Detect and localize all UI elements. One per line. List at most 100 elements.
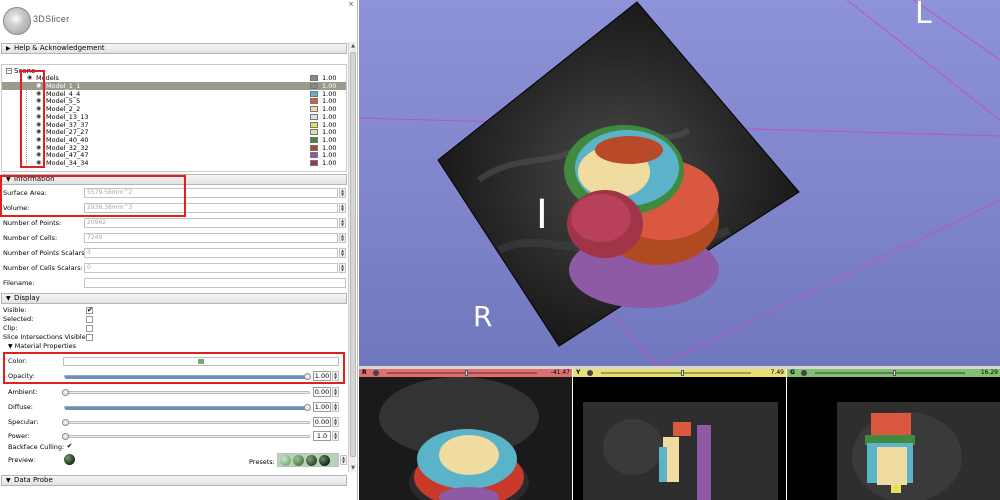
power-slider-track[interactable] bbox=[64, 435, 310, 438]
eye-icon[interactable]: ◉ bbox=[27, 74, 32, 82]
pin-icon[interactable] bbox=[801, 370, 807, 376]
slice-view-red[interactable]: R -41.47 bbox=[359, 369, 572, 500]
tree-row-models[interactable]: ◉ Models 1.00 bbox=[2, 74, 346, 82]
power-value-field[interactable]: 1.0 bbox=[313, 431, 331, 441]
num-points-scalars-spinner[interactable]: ▲ ▼ bbox=[339, 248, 346, 258]
collapse-arrow-icon: ▼ bbox=[6, 176, 11, 183]
model-name: Model_34_34 bbox=[46, 159, 89, 167]
opacity-value: 1.00 bbox=[322, 159, 337, 167]
num-cells-scalars-field[interactable]: 0 bbox=[84, 263, 338, 273]
slice-controller-red[interactable]: R -41.47 bbox=[359, 369, 572, 377]
collapse-arrow-icon: ▼ bbox=[6, 295, 11, 302]
color-picker-button[interactable] bbox=[63, 357, 339, 366]
backface-culling-checkbox[interactable]: ✔ bbox=[66, 443, 73, 451]
slice-controller-green[interactable]: G 16.29 bbox=[787, 369, 1000, 377]
slicer-logo-icon bbox=[3, 7, 31, 35]
color-swatch bbox=[310, 106, 318, 113]
selected-checkbox[interactable] bbox=[86, 316, 93, 323]
slice-offset-track[interactable] bbox=[387, 372, 537, 374]
eye-icon[interactable]: ◉ bbox=[36, 159, 41, 167]
slice-intersections-checkbox[interactable] bbox=[86, 334, 93, 341]
preset-sphere[interactable] bbox=[293, 455, 304, 466]
help-section-label: Help & Acknowledgement bbox=[14, 44, 105, 52]
num-cells-spinner[interactable]: ▲ ▼ bbox=[339, 233, 346, 243]
slice-offset-handle[interactable] bbox=[681, 370, 684, 376]
surface-area-label: Surface Area: bbox=[3, 189, 47, 197]
information-section-header[interactable]: ▼ Information bbox=[1, 174, 347, 185]
opacity-spinner[interactable]: ▲ ▼ bbox=[332, 371, 339, 381]
presets-label: Presets: bbox=[249, 458, 275, 466]
orientation-label-right: R bbox=[473, 300, 493, 333]
volume-field[interactable]: 2938.38mm^3 bbox=[84, 203, 338, 213]
presets-picker[interactable] bbox=[277, 453, 339, 467]
num-points-spinner[interactable]: ▲ ▼ bbox=[339, 218, 346, 228]
color-label: Color: bbox=[8, 357, 28, 365]
help-section-header[interactable]: ▶ Help & Acknowledgement bbox=[1, 43, 347, 54]
num-points-scalars-field[interactable]: 3 bbox=[84, 248, 338, 258]
material-properties-header[interactable]: ▼ Material Properties bbox=[8, 341, 76, 352]
pin-icon[interactable] bbox=[373, 370, 379, 376]
ambient-slider-handle[interactable] bbox=[62, 389, 69, 396]
close-icon[interactable]: × bbox=[348, 0, 354, 8]
num-cells-scalars-spinner[interactable]: ▲ ▼ bbox=[339, 263, 346, 273]
model-red-ridge bbox=[595, 136, 663, 164]
slice-view-green[interactable]: G 16.29 bbox=[787, 369, 1000, 500]
preset-sphere[interactable] bbox=[319, 455, 330, 466]
scene-tree[interactable]: − Scene ◉ Models 1.00 ◉ Model_1_1 1.00 ◉ Mode… bbox=[1, 64, 347, 172]
preset-sphere[interactable] bbox=[306, 455, 317, 466]
slice-offset-handle[interactable] bbox=[465, 370, 468, 376]
preset-sphere[interactable] bbox=[280, 455, 291, 466]
slice-offset-track[interactable] bbox=[601, 372, 751, 374]
specular-spinner[interactable]: ▲ ▼ bbox=[332, 417, 339, 427]
slice-view-yellow[interactable]: Y 7.49 bbox=[573, 369, 786, 500]
opacity-value-field[interactable]: 1.00 bbox=[313, 371, 331, 381]
pin-icon[interactable] bbox=[587, 370, 593, 376]
scroll-up-icon[interactable]: ▲ bbox=[349, 42, 357, 50]
num-points-scalars-label: Number of Points Scalars: bbox=[3, 249, 87, 257]
ambient-label: Ambient: bbox=[8, 388, 38, 396]
filename-label: Filename: bbox=[3, 279, 35, 287]
color-swatch bbox=[310, 90, 318, 97]
data-probe-section-header[interactable]: ▼ Data Probe bbox=[1, 475, 347, 486]
diffuse-label: Diffuse: bbox=[8, 403, 33, 411]
slice-offset-track[interactable] bbox=[815, 372, 965, 374]
ambient-value-field[interactable]: 0.00 bbox=[313, 387, 331, 397]
clip-checkbox[interactable] bbox=[86, 325, 93, 332]
num-cells-field[interactable]: 7249 bbox=[84, 233, 338, 243]
tree-row-model[interactable]: ◉ Model_34_34 1.00 bbox=[2, 159, 346, 167]
volume-spinner[interactable]: ▲ ▼ bbox=[339, 203, 346, 213]
specular-value-field[interactable]: 0.00 bbox=[313, 417, 331, 427]
slice-controller-yellow[interactable]: Y 7.49 bbox=[573, 369, 786, 377]
diffuse-value-field[interactable]: 1.00 bbox=[313, 402, 331, 412]
num-points-field[interactable]: 20962 bbox=[84, 218, 338, 228]
opacity-slider-handle[interactable] bbox=[304, 373, 311, 380]
ambient-slider-track[interactable] bbox=[64, 391, 310, 394]
3d-view[interactable]: L I R bbox=[359, 0, 1000, 366]
color-swatch bbox=[310, 113, 318, 120]
color-swatch bbox=[310, 136, 318, 143]
specular-slider-track[interactable] bbox=[64, 421, 310, 424]
color-swatch bbox=[310, 129, 318, 136]
scroll-down-icon[interactable]: ▼ bbox=[349, 464, 357, 472]
scrollbar-thumb[interactable] bbox=[350, 52, 356, 457]
power-slider-handle[interactable] bbox=[62, 433, 69, 440]
specular-slider-handle[interactable] bbox=[62, 419, 69, 426]
power-label: Power: bbox=[8, 432, 30, 440]
material-properties-label: Material Properties bbox=[14, 342, 77, 350]
filename-field[interactable] bbox=[84, 278, 346, 288]
surface-area-spinner[interactable]: ▲ ▼ bbox=[339, 188, 346, 198]
models-label: Models bbox=[36, 74, 59, 82]
visible-checkbox[interactable]: ✔ bbox=[86, 307, 93, 314]
slice-offset-value: 7.49 bbox=[770, 369, 784, 376]
diffuse-slider-handle[interactable] bbox=[304, 404, 311, 411]
panel-scrollbar[interactable]: ▲ ▼ bbox=[348, 42, 356, 472]
diffuse-spinner[interactable]: ▲ ▼ bbox=[332, 402, 339, 412]
color-swatch bbox=[310, 160, 318, 166]
slice-offset-handle[interactable] bbox=[893, 370, 896, 376]
surface-area-field[interactable]: 5579.56mm^2 bbox=[84, 188, 338, 198]
power-spinner[interactable]: ▲ ▼ bbox=[332, 431, 339, 441]
model-crimson-highlight bbox=[571, 194, 631, 242]
display-section-header[interactable]: ▼ Display bbox=[1, 293, 347, 304]
presets-spinner[interactable]: ▲ ▼ bbox=[340, 455, 347, 465]
ambient-spinner[interactable]: ▲ ▼ bbox=[332, 387, 339, 397]
